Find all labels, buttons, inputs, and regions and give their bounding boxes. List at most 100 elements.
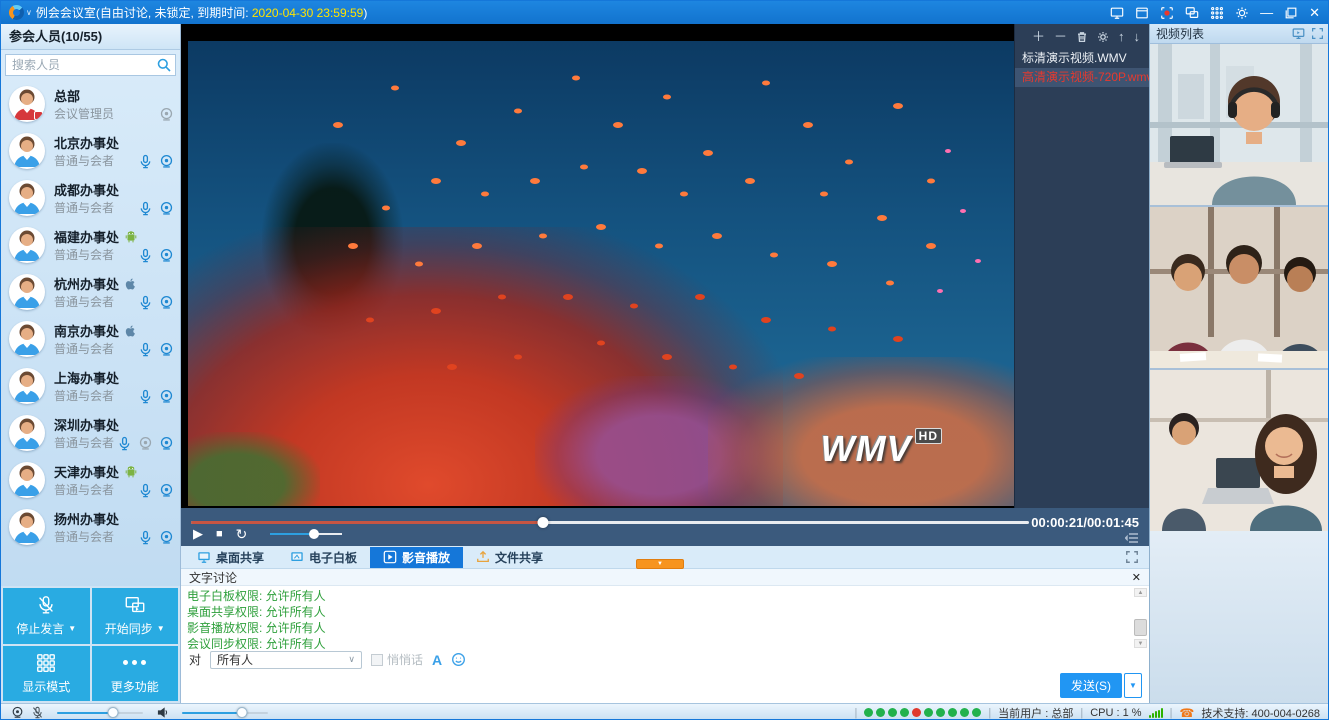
scroll-down-icon[interactable]: ▼ bbox=[1134, 639, 1147, 648]
playlist-item[interactable]: 标清演示视频.WMV bbox=[1015, 49, 1149, 68]
recipient-select[interactable]: 所有人 ∨ bbox=[210, 651, 362, 669]
mic-icon[interactable] bbox=[138, 154, 153, 169]
camera-icon[interactable] bbox=[159, 248, 174, 263]
volume-slider[interactable] bbox=[270, 533, 342, 535]
tab-file-share[interactable]: 文件共享 bbox=[463, 547, 556, 568]
fullscreen-icon[interactable] bbox=[1125, 550, 1139, 564]
video-thumbnail-1[interactable] bbox=[1150, 44, 1329, 205]
admin-badge bbox=[34, 111, 43, 120]
search-icon[interactable] bbox=[156, 57, 172, 73]
more-functions-button[interactable]: 更多功能 bbox=[92, 646, 179, 702]
playlist-item-selected[interactable]: 高清演示视频-720P.wmv 删除 bbox=[1015, 68, 1149, 87]
settings-gear-icon[interactable] bbox=[1235, 6, 1249, 20]
progress-handle[interactable] bbox=[537, 517, 548, 528]
camera-icon[interactable] bbox=[159, 530, 174, 545]
participant-row[interactable]: 福建办事处 普通与会者 bbox=[1, 222, 180, 269]
volume-handle[interactable] bbox=[309, 529, 319, 539]
tab-whiteboard[interactable]: 电子白板 bbox=[277, 547, 370, 568]
mic-icon[interactable] bbox=[138, 201, 153, 216]
webcam-status-icon[interactable] bbox=[11, 706, 24, 719]
whisper-checkbox[interactable] bbox=[371, 654, 383, 666]
camera-icon[interactable] bbox=[159, 201, 174, 216]
maximize-button[interactable] bbox=[1284, 6, 1298, 20]
move-down-button[interactable]: ↓ bbox=[1134, 31, 1141, 43]
participant-role: 普通与会者 bbox=[54, 199, 114, 216]
send-options-caret[interactable]: ▼ bbox=[1124, 673, 1142, 698]
mic-icon[interactable] bbox=[138, 389, 153, 404]
camera-icon[interactable] bbox=[159, 295, 174, 310]
playing-video-frame[interactable]: WMVHD bbox=[188, 41, 1014, 506]
app-logo-icon[interactable] bbox=[9, 5, 24, 20]
scroll-up-icon[interactable]: ▲ bbox=[1134, 588, 1147, 597]
mic-volume-handle[interactable] bbox=[107, 707, 118, 718]
app-menu-chevron-icon[interactable]: ∨ bbox=[26, 8, 32, 17]
camera-icon[interactable] bbox=[159, 389, 174, 404]
sync-screens-icon[interactable] bbox=[1185, 6, 1199, 20]
progress-bar[interactable] bbox=[191, 521, 1029, 524]
search-input[interactable] bbox=[5, 54, 176, 76]
whiteboard-window-icon[interactable] bbox=[1135, 6, 1149, 20]
move-up-button[interactable]: ↑ bbox=[1118, 31, 1125, 43]
status-dot bbox=[972, 708, 981, 717]
close-button[interactable]: ✕ bbox=[1309, 6, 1320, 20]
participant-row[interactable]: 扬州办事处 普通与会者 bbox=[1, 504, 180, 551]
chat-close-icon[interactable]: ✕ bbox=[1132, 571, 1141, 584]
chat-collapse-handle[interactable]: ▼ bbox=[636, 559, 684, 569]
participant-name: 深圳办事处 bbox=[54, 415, 119, 434]
mic-muted-status-icon[interactable] bbox=[31, 706, 44, 719]
playlist-settings-icon[interactable] bbox=[1097, 31, 1109, 43]
mic-icon[interactable] bbox=[138, 483, 153, 498]
participant-row[interactable]: 上海办事处 普通与会者 bbox=[1, 363, 180, 410]
play-button[interactable]: ▶ bbox=[193, 527, 203, 541]
status-bar: | | 当前用户 : 总部 | CPU : 1 % | ☎ 技术支持: 400-… bbox=[1, 703, 1329, 720]
camera-disabled-icon[interactable] bbox=[138, 436, 153, 451]
screen-share-icon[interactable] bbox=[1110, 6, 1124, 20]
camera-icon[interactable] bbox=[159, 483, 174, 498]
font-style-icon[interactable]: A bbox=[432, 652, 442, 668]
camera-disabled-icon[interactable] bbox=[159, 107, 174, 122]
participant-row[interactable]: 杭州办事处 普通与会者 bbox=[1, 269, 180, 316]
video-thumbnail-2[interactable] bbox=[1150, 207, 1329, 368]
trash-icon[interactable] bbox=[1076, 31, 1088, 43]
mic-icon[interactable] bbox=[138, 342, 153, 357]
camera-icon[interactable] bbox=[159, 342, 174, 357]
display-mode-button[interactable]: 显示模式 bbox=[3, 646, 90, 702]
mic-icon[interactable] bbox=[117, 436, 132, 451]
mic-volume-slider[interactable] bbox=[57, 712, 143, 714]
scrollbar-thumb[interactable] bbox=[1134, 619, 1147, 636]
camera-icon[interactable] bbox=[159, 436, 174, 451]
speaker-volume-handle[interactable] bbox=[237, 707, 248, 718]
video-thumbnail-3[interactable] bbox=[1150, 370, 1329, 531]
start-sync-button[interactable]: 开始同步▼ bbox=[92, 588, 179, 644]
record-icon[interactable] bbox=[1160, 6, 1174, 20]
emoji-icon[interactable] bbox=[451, 652, 466, 667]
mic-icon[interactable] bbox=[138, 530, 153, 545]
tab-desktop-share[interactable]: 桌面共享 bbox=[184, 547, 277, 568]
mic-icon[interactable] bbox=[138, 295, 153, 310]
tab-media-playback[interactable]: 影音播放 bbox=[370, 547, 463, 568]
video-monitor-icon[interactable] bbox=[1292, 27, 1305, 40]
chat-input[interactable] bbox=[183, 672, 1079, 701]
grid-icon bbox=[35, 652, 57, 674]
participant-row[interactable]: 深圳办事处 普通与会者 bbox=[1, 410, 180, 457]
stop-speaking-button[interactable]: 停止发言▼ bbox=[3, 588, 90, 644]
participant-row[interactable]: 南京办事处 普通与会者 bbox=[1, 316, 180, 363]
participant-row[interactable]: 成都办事处 普通与会者 bbox=[1, 175, 180, 222]
add-media-button[interactable]: ＋ bbox=[1032, 31, 1045, 43]
remove-media-button[interactable]: － bbox=[1054, 31, 1067, 43]
participant-row[interactable]: 总部 会议管理员 bbox=[1, 81, 180, 128]
send-button[interactable]: 发送(S) bbox=[1060, 673, 1122, 698]
speaker-icon[interactable] bbox=[156, 706, 169, 719]
camera-icon[interactable] bbox=[159, 154, 174, 169]
minimize-button[interactable]: — bbox=[1260, 6, 1273, 20]
stop-button[interactable]: ■ bbox=[216, 527, 223, 541]
speaker-volume-slider[interactable] bbox=[182, 712, 268, 714]
mic-icon[interactable] bbox=[138, 248, 153, 263]
replay-button[interactable]: ↻ bbox=[236, 527, 248, 541]
participant-row[interactable]: 天津办事处 普通与会者 bbox=[1, 457, 180, 504]
chat-scrollbar[interactable]: ▲ ▼ bbox=[1134, 588, 1147, 648]
participant-row[interactable]: 北京办事处 普通与会者 bbox=[1, 128, 180, 175]
layout-grid-icon[interactable] bbox=[1210, 6, 1224, 20]
playlist-toggle-icon[interactable] bbox=[1125, 532, 1139, 544]
expand-icon[interactable] bbox=[1311, 27, 1324, 40]
